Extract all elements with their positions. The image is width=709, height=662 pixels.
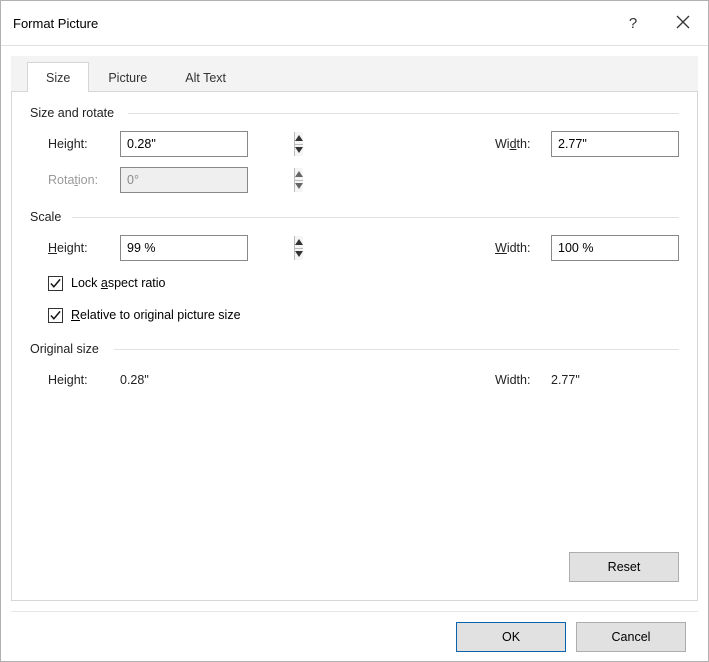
format-picture-dialog: Format Picture ? Size Picture Alt Text S… [0, 0, 709, 662]
rotation-spinbox [120, 167, 248, 193]
help-button[interactable]: ? [608, 1, 658, 45]
rotation-input [121, 168, 294, 192]
scale-width-spinbox[interactable] [551, 235, 679, 261]
orig-width-value: 2.77" [551, 373, 679, 387]
window-title: Format Picture [13, 16, 98, 31]
scale-width-input[interactable] [552, 236, 709, 260]
scale-height-spinbox[interactable] [120, 235, 248, 261]
orig-width-label: Width: [495, 373, 551, 387]
width-input[interactable] [552, 132, 709, 156]
width-spinbox[interactable] [551, 131, 679, 157]
scale-height-input[interactable] [121, 236, 294, 260]
relative-original-checkbox[interactable] [48, 308, 63, 323]
height-label: Height: [48, 137, 120, 151]
scale-height-spin-down[interactable] [295, 248, 303, 261]
tab-size[interactable]: Size [27, 62, 89, 92]
lock-aspect-label: Lock aspect ratio [71, 276, 166, 290]
lock-aspect-checkbox[interactable] [48, 276, 63, 291]
tab-content-size: Size and rotate Height: Width: [11, 92, 698, 601]
width-label: Width: [495, 137, 551, 151]
close-icon [676, 15, 690, 32]
scale-width-label: Width: [495, 241, 551, 255]
scale-height-spin-up[interactable] [295, 236, 303, 248]
height-spin-up[interactable] [295, 132, 303, 144]
orig-height-label: Height: [48, 373, 120, 387]
cancel-button[interactable]: Cancel [576, 622, 686, 652]
section-scale: Scale [30, 210, 679, 224]
rotation-spin-down [295, 180, 303, 193]
orig-height-value: 0.28" [120, 373, 149, 387]
height-spinbox[interactable] [120, 131, 248, 157]
help-icon: ? [629, 15, 637, 32]
section-size-rotate: Size and rotate [30, 106, 679, 120]
tabstrip: Size Picture Alt Text [11, 56, 698, 92]
titlebar: Format Picture ? [1, 1, 708, 45]
tab-picture[interactable]: Picture [89, 62, 166, 92]
height-input[interactable] [121, 132, 294, 156]
relative-original-label: Relative to original picture size [71, 308, 241, 322]
reset-button[interactable]: Reset [569, 552, 679, 582]
height-spin-down[interactable] [295, 144, 303, 157]
ok-button[interactable]: OK [456, 622, 566, 652]
tab-alt-text[interactable]: Alt Text [166, 62, 245, 92]
rotation-label: Rotation: [48, 173, 120, 187]
rotation-spin-up [295, 168, 303, 180]
section-original-size: Original size [30, 342, 679, 356]
close-button[interactable] [658, 1, 708, 45]
scale-height-label: Height: [48, 241, 120, 255]
dialog-button-bar: OK Cancel [11, 611, 698, 661]
check-icon [50, 278, 61, 289]
check-icon [50, 310, 61, 321]
